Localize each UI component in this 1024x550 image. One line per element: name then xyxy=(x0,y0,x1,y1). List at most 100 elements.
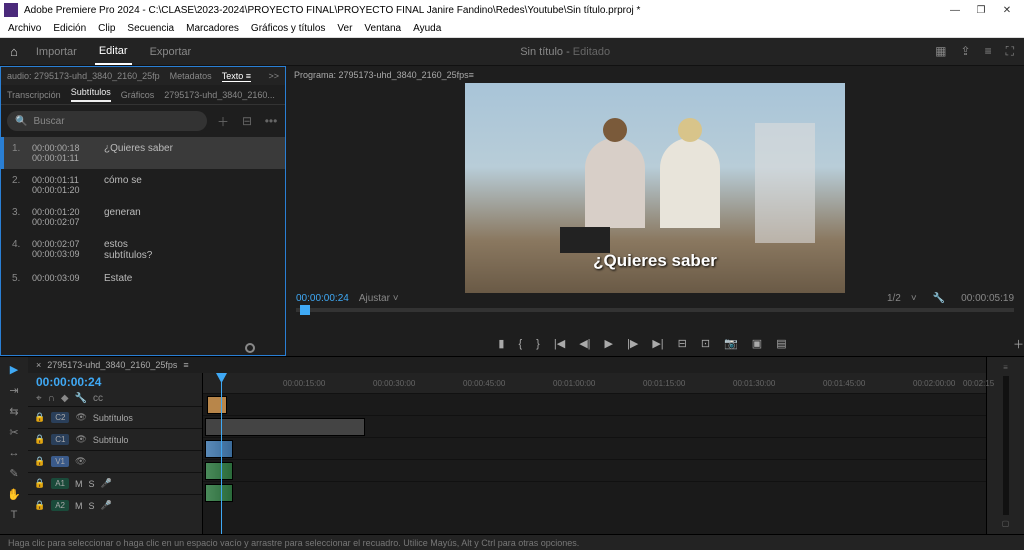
source-meta-tab[interactable]: Metadatos xyxy=(170,71,212,81)
scroll-indicator[interactable] xyxy=(1,341,285,355)
subtitle-item-3[interactable]: 3. 00:00:01:2000:00:02:07 generan xyxy=(1,201,285,233)
caption-track-icon[interactable]: cc xyxy=(93,393,103,404)
mute-icon[interactable]: M xyxy=(75,479,83,489)
program-monitor[interactable]: ¿Quieres saber xyxy=(286,83,1024,293)
lift-icon[interactable]: ⊟ xyxy=(678,337,687,350)
tab-graficos[interactable]: Gráficos xyxy=(121,90,155,100)
track-c1[interactable]: 🔒C1👁Subtítulo xyxy=(28,428,202,450)
fit-dropdown[interactable]: Ajustar ˅ xyxy=(359,293,399,304)
track-a2[interactable]: 🔒A2MS🎤 xyxy=(28,494,202,516)
source-texto-tab[interactable]: Texto ≡ xyxy=(222,71,251,82)
step-back-icon[interactable]: ◀| xyxy=(579,337,590,350)
tab-subtitulos[interactable]: Subtítulos xyxy=(71,87,111,102)
timeline-timecode[interactable]: 00:00:00:24 xyxy=(28,373,202,391)
subtitle-item-2[interactable]: 2. 00:00:01:1100:00:01:20 cómo se xyxy=(1,169,285,201)
mute-icon[interactable]: M xyxy=(75,501,83,511)
tab-sequence-ref[interactable]: 2795173-uhd_3840_2160... xyxy=(164,90,275,100)
hand-tool-icon[interactable]: ✋ xyxy=(7,488,21,501)
menu-secuencia[interactable]: Secuencia xyxy=(127,23,174,34)
quick-export-icon[interactable]: ▦ xyxy=(935,44,946,59)
track-select-tool-icon[interactable]: ⇥ xyxy=(9,384,18,397)
clip-audio-a2[interactable] xyxy=(205,484,233,502)
search-input[interactable]: 🔍 Buscar xyxy=(7,111,207,131)
pen-tool-icon[interactable]: ✎ xyxy=(9,467,18,480)
eye-icon[interactable]: 👁 xyxy=(75,456,86,467)
source-audio-tab[interactable]: audio: 2795173-uhd_3840_2160_25fp xyxy=(7,71,160,81)
extract-icon[interactable]: ⊡ xyxy=(701,337,710,350)
lock-icon[interactable]: 🔒 xyxy=(34,500,45,511)
solo-icon[interactable]: S xyxy=(89,501,95,511)
eye-icon[interactable]: 👁 xyxy=(75,434,86,445)
tab-transcripcion[interactable]: Transcripción xyxy=(7,90,61,100)
minimize-button[interactable]: — xyxy=(942,5,968,16)
voice-icon[interactable]: 🎤 xyxy=(101,478,112,489)
slip-tool-icon[interactable]: ↔ xyxy=(9,447,20,459)
meter-expand-icon[interactable]: ▢ xyxy=(1002,519,1010,528)
lock-icon[interactable]: 🔒 xyxy=(34,434,45,445)
comparison-icon[interactable]: ▣ xyxy=(752,337,762,350)
more-options-icon[interactable]: ••• xyxy=(263,114,279,128)
menu-clip[interactable]: Clip xyxy=(98,23,115,34)
track-c2[interactable]: 🔒C2👁Subtítulos xyxy=(28,406,202,428)
snap-icon[interactable]: ⌖ xyxy=(36,393,42,404)
solo-icon[interactable]: S xyxy=(89,479,95,489)
step-forward-icon[interactable]: |▶ xyxy=(627,337,638,350)
track-v1[interactable]: 🔒V1👁 xyxy=(28,450,202,472)
menu-marcadores[interactable]: Marcadores xyxy=(186,23,239,34)
type-tool-icon[interactable]: T xyxy=(11,509,18,521)
program-scrubber[interactable] xyxy=(296,308,1014,312)
clip-audio-a1[interactable] xyxy=(205,462,233,480)
ripple-tool-icon[interactable]: ⇆ xyxy=(9,405,18,418)
workspace-icon[interactable]: ≡ xyxy=(985,44,992,59)
lock-icon[interactable]: 🔒 xyxy=(34,456,45,467)
play-icon[interactable]: ▶ xyxy=(605,337,613,350)
menu-graficos[interactable]: Gráficos y títulos xyxy=(251,23,325,34)
home-icon[interactable]: ⌂ xyxy=(10,44,18,59)
split-caption-icon[interactable]: ⊟ xyxy=(239,114,255,128)
menu-archivo[interactable]: Archivo xyxy=(8,23,41,34)
fullscreen-icon[interactable]: ⛶ xyxy=(1006,44,1014,59)
clip-subtitle-c1[interactable] xyxy=(205,418,365,436)
button-editor-icon[interactable]: ＋ xyxy=(1013,336,1024,352)
add-marker-icon[interactable]: ▮ xyxy=(498,337,504,350)
maximize-button[interactable]: ❐ xyxy=(968,5,994,16)
timeline-tracks-area[interactable]: 00:00:15:00 00:00:30:00 00:00:45:00 00:0… xyxy=(203,373,986,534)
time-ruler[interactable]: 00:00:15:00 00:00:30:00 00:00:45:00 00:0… xyxy=(203,373,986,393)
proxy-icon[interactable]: ▤ xyxy=(776,337,786,350)
menu-ventana[interactable]: Ventana xyxy=(364,23,401,34)
mark-out-icon[interactable]: } xyxy=(536,338,540,350)
mark-in-icon[interactable]: { xyxy=(518,338,522,350)
tab-exportar[interactable]: Exportar xyxy=(146,40,196,64)
subtitle-item-1[interactable]: 1. 00:00:00:1800:00:01:11 ¿Quieres saber xyxy=(1,137,285,169)
settings-wrench-icon[interactable]: 🔧 xyxy=(75,393,87,404)
eye-icon[interactable]: 👁 xyxy=(75,412,86,423)
share-icon[interactable]: ⇪ xyxy=(961,44,971,59)
close-button[interactable]: ✕ xyxy=(994,5,1020,16)
tab-editar[interactable]: Editar xyxy=(95,39,132,65)
clip-subtitle-c2[interactable] xyxy=(207,396,227,414)
lock-icon[interactable]: 🔒 xyxy=(34,412,45,423)
sequence-tab[interactable]: 2795173-uhd_3840_2160_25fps xyxy=(47,360,177,370)
subtitle-item-5[interactable]: 5. 00:00:03:09 Estate xyxy=(1,267,285,290)
selection-tool-icon[interactable]: ▶ xyxy=(10,363,18,376)
linked-selection-icon[interactable]: ∩ xyxy=(48,393,55,404)
meter-menu-icon[interactable]: ≡ xyxy=(1003,363,1008,372)
export-frame-icon[interactable]: 📷 xyxy=(724,337,738,350)
menu-edicion[interactable]: Edición xyxy=(53,23,86,34)
marker-tool-icon[interactable]: ◆ xyxy=(61,393,69,404)
lock-icon[interactable]: 🔒 xyxy=(34,478,45,489)
go-to-in-icon[interactable]: |◀ xyxy=(554,337,565,350)
menu-ver[interactable]: Ver xyxy=(337,23,352,34)
source-overflow[interactable]: >> xyxy=(268,71,279,81)
clip-video[interactable] xyxy=(205,440,233,458)
zoom-level[interactable]: 1/2 xyxy=(887,293,901,304)
tab-importar[interactable]: Importar xyxy=(32,40,81,64)
menu-ayuda[interactable]: Ayuda xyxy=(413,23,441,34)
program-timecode[interactable]: 00:00:00:24 xyxy=(296,293,349,304)
razor-tool-icon[interactable]: ✂ xyxy=(9,426,18,439)
go-to-out-icon[interactable]: ▶| xyxy=(652,337,663,350)
settings-icon[interactable]: 🔧 xyxy=(933,293,945,304)
playhead[interactable] xyxy=(221,373,222,534)
add-caption-icon[interactable]: ＋ xyxy=(215,113,231,130)
voice-icon[interactable]: 🎤 xyxy=(101,500,112,511)
